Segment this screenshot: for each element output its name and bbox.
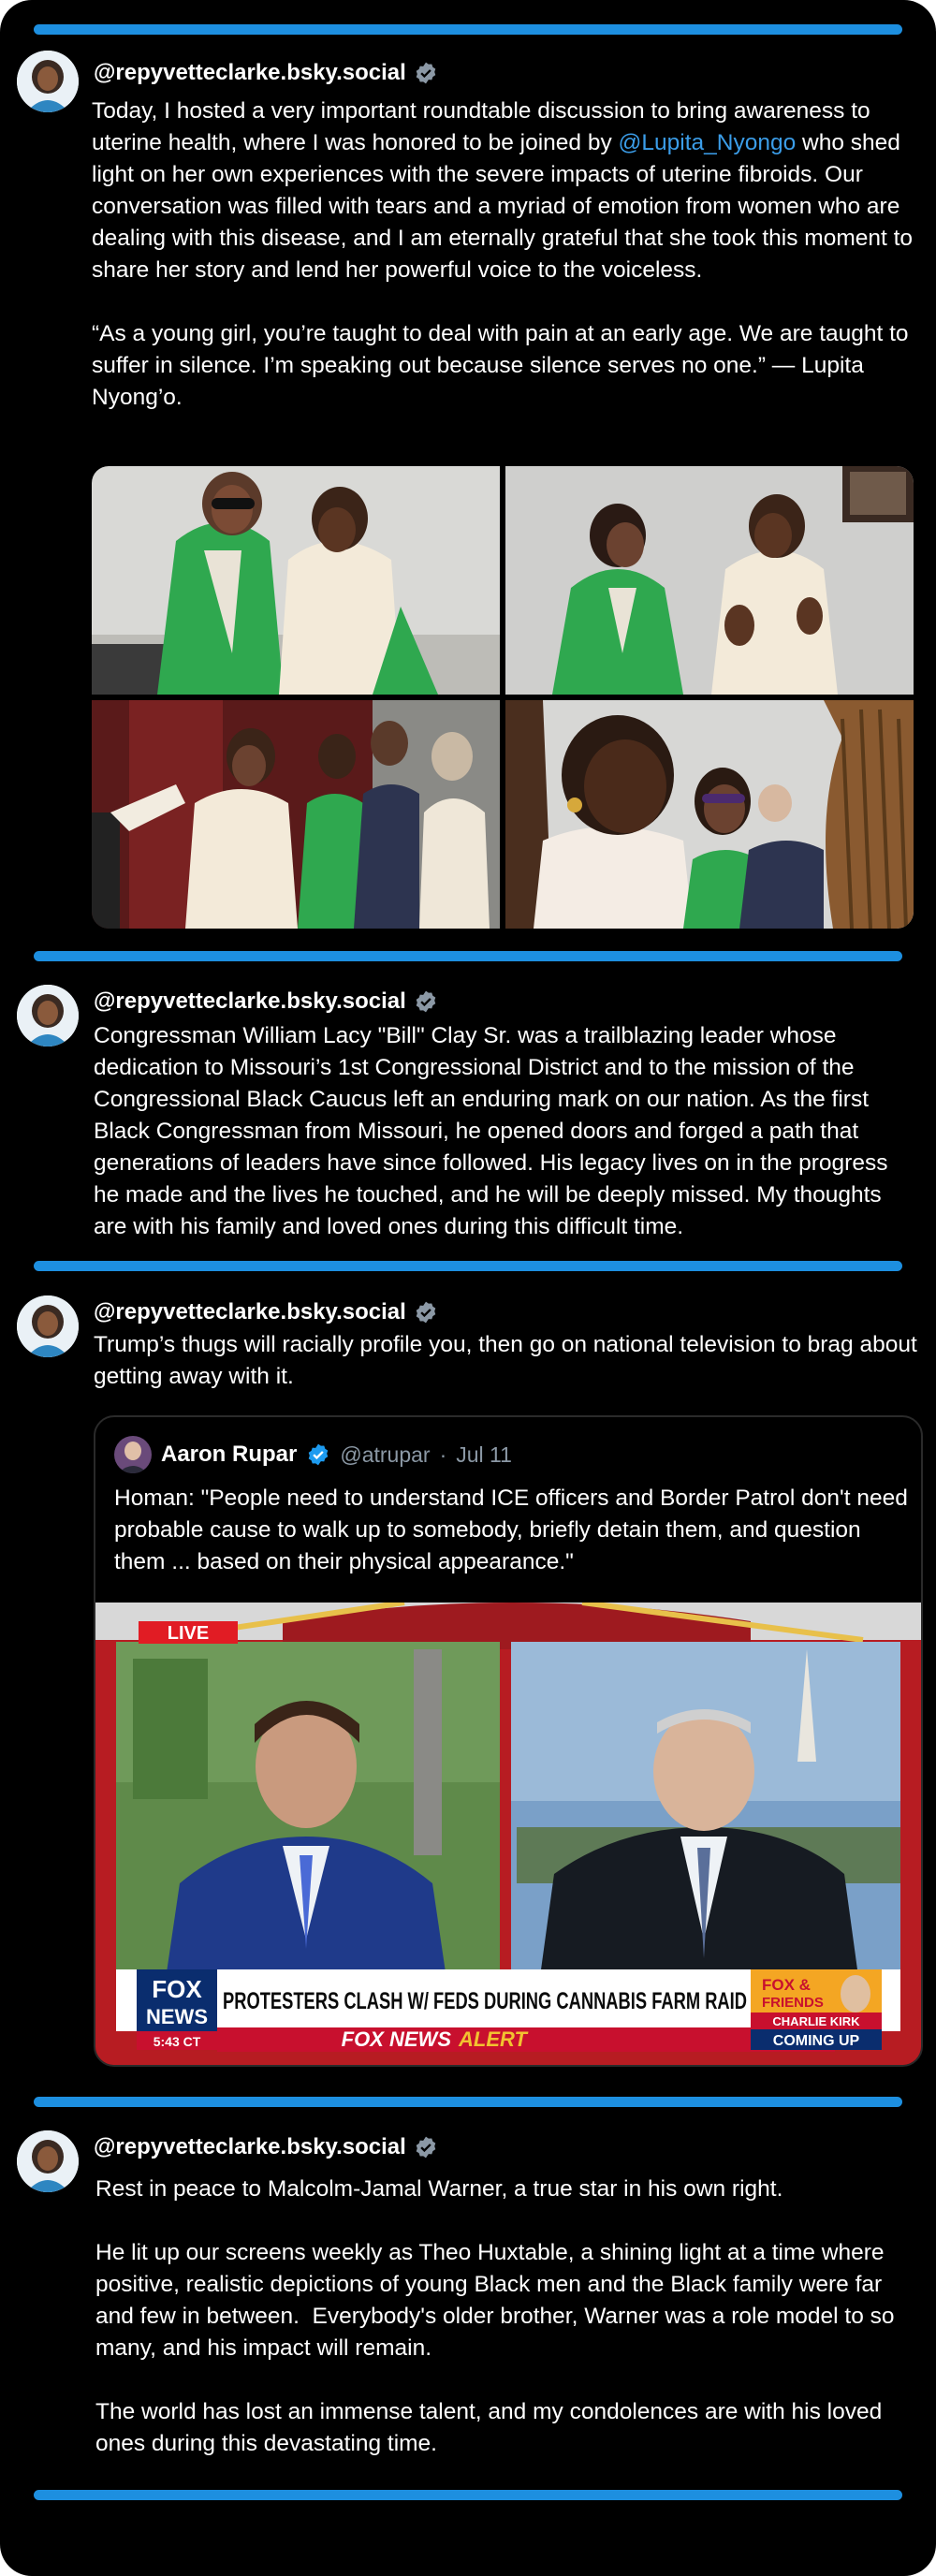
tv-screenshot[interactable]: LIVE FOX NEWS 5:43 CT PROTESTERS CLASH W… — [95, 1603, 921, 2065]
photo[interactable] — [505, 466, 914, 695]
feed-page: @repyvetteclarke.bsky.social Today, I ho… — [0, 0, 936, 2576]
network-logo-top: FOX — [152, 1975, 202, 2003]
network-logo-bottom: NEWS — [146, 2005, 208, 2028]
post-text-part: who shed light on her own experiences wi… — [92, 130, 914, 410]
broadcast-time: 5:43 CT — [154, 2034, 201, 2049]
quote-separator: · — [439, 1442, 447, 1467]
promo-name: CHARLIE KIRK — [772, 2014, 860, 2028]
verified-badge-icon — [306, 1442, 330, 1467]
live-badge: LIVE — [168, 1623, 209, 1644]
quote-author-name[interactable]: Aaron Rupar — [161, 1442, 297, 1468]
post-divider — [34, 2097, 902, 2107]
quote-date[interactable]: Jul 11 — [456, 1442, 512, 1468]
post-divider — [34, 2490, 902, 2500]
chyron-headline: PROTESTERS CLASH W/ FEDS DURING CANNABIS… — [223, 1988, 747, 2014]
author-handle[interactable]: @repyvetteclarke.bsky.social — [94, 2132, 406, 2162]
mention-link[interactable]: @Lupita_Nyongo — [619, 130, 797, 155]
avatar[interactable] — [17, 51, 79, 112]
photo-grid — [92, 466, 914, 929]
author-handle[interactable]: @repyvetteclarke.bsky.social — [94, 58, 406, 88]
post-divider — [34, 24, 902, 35]
post-text: Congressman William Lacy "Bill" Clay Sr.… — [94, 1023, 895, 1239]
verified-badge-icon — [414, 1300, 438, 1325]
quote-text: Homan: "People need to understand ICE of… — [114, 1486, 908, 1574]
quote-avatar[interactable] — [114, 1436, 152, 1473]
post-text: Today, I hosted a very important roundta… — [92, 95, 915, 414]
avatar[interactable] — [17, 985, 79, 1046]
promo-bottom: COMING UP — [773, 2033, 860, 2049]
alert-word: ALERT — [458, 2027, 528, 2051]
quote-author-handle[interactable]: @atrupar — [340, 1442, 430, 1468]
photo[interactable] — [505, 700, 914, 929]
photo[interactable] — [92, 700, 500, 929]
verified-badge-icon — [414, 2135, 438, 2159]
author-handle[interactable]: @repyvetteclarke.bsky.social — [94, 1297, 406, 1327]
alert-brand: FOX NEWS — [342, 2027, 452, 2051]
promo-mid: FRIENDS — [762, 1995, 824, 2011]
verified-badge-icon — [414, 989, 438, 1014]
post-divider — [34, 951, 902, 961]
photo[interactable] — [92, 466, 500, 695]
post-text: Rest in peace to Malcolm-Jamal Warner, a… — [95, 2176, 895, 2456]
post-text: Trump’s thugs will racially profile you,… — [94, 1332, 924, 1389]
quoted-post[interactable]: Aaron Rupar @atrupar · Jul 11 Homan: "Pe… — [94, 1415, 923, 2067]
avatar[interactable] — [17, 1295, 79, 1357]
post-divider — [34, 1261, 902, 1271]
promo-top: FOX & — [762, 1976, 811, 1994]
verified-badge-icon — [414, 61, 438, 85]
avatar[interactable] — [17, 2130, 79, 2192]
author-handle[interactable]: @repyvetteclarke.bsky.social — [94, 987, 406, 1017]
